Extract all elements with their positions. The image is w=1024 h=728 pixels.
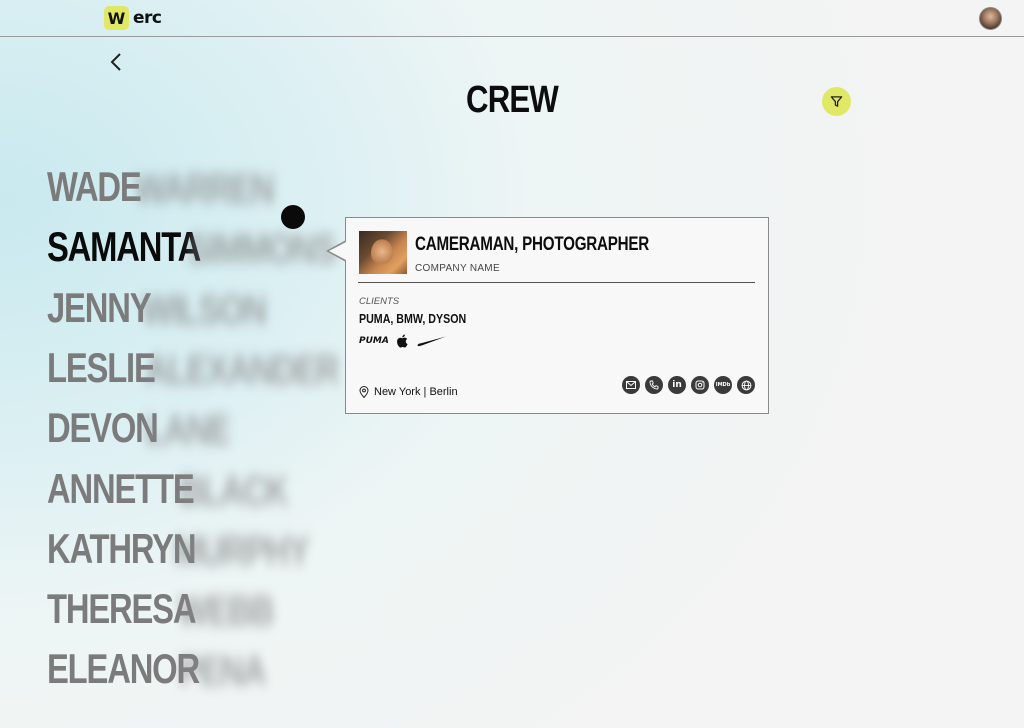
crew-row[interactable]: THERESA WEBB	[47, 583, 275, 635]
map-pin-icon	[359, 386, 369, 398]
crew-row[interactable]: LESLIE ALEXANDER	[47, 342, 339, 394]
crew-row[interactable]: JENNY WILSON	[47, 282, 267, 334]
back-button[interactable]	[106, 51, 126, 73]
crew-first-name: LESLIE	[47, 343, 156, 391]
email-icon[interactable]	[622, 376, 640, 394]
crew-last-name: PENA	[179, 647, 267, 695]
card-pointer-inner	[329, 242, 346, 260]
social-links: in IMDb	[622, 376, 755, 394]
crew-first-name: JENNY	[47, 283, 152, 331]
clients-value: PUMA, BMW, DYSON	[359, 311, 467, 326]
top-bar: W erc	[0, 0, 1024, 37]
clients-label: CLIENTS	[359, 296, 400, 307]
card-company: COMPANY NAME	[415, 263, 500, 274]
crew-last-name: SIMMONS	[187, 225, 337, 273]
linkedin-text: in	[672, 380, 682, 390]
crew-row[interactable]: ELEANOR PENA	[47, 643, 267, 695]
nike-logo	[417, 334, 447, 348]
crew-first-name: SAMANTA	[47, 223, 201, 271]
profile-photo	[359, 231, 407, 274]
crew-row[interactable]: ANNETTE BLACK	[47, 463, 289, 515]
card-divider	[358, 282, 755, 283]
crew-last-name: LANE	[145, 406, 231, 454]
crew-detail-card: CAMERAMAN, PHOTOGRAPHER COMPANY NAME CLI…	[345, 217, 769, 414]
crew-last-name: MURPHY	[174, 526, 310, 574]
crew-row[interactable]: SAMANTA SIMMONS	[47, 221, 337, 273]
crew-first-name: DEVON	[47, 404, 159, 452]
card-location: New York | Berlin	[359, 386, 458, 398]
cursor-dot	[281, 205, 305, 229]
crew-first-name: WADE	[47, 163, 142, 210]
imdb-text: IMDb	[715, 382, 731, 388]
logo-text: erc	[133, 8, 162, 28]
card-role: CAMERAMAN, PHOTOGRAPHER	[415, 234, 650, 255]
crew-row[interactable]: WADE WARREN	[47, 161, 275, 213]
instagram-icon[interactable]	[691, 376, 709, 394]
page-title: CREW	[466, 79, 559, 121]
apple-logo	[395, 334, 409, 348]
user-avatar[interactable]	[979, 7, 1002, 30]
location-text: New York | Berlin	[374, 386, 458, 398]
linkedin-icon[interactable]: in	[668, 376, 686, 394]
phone-icon[interactable]	[645, 376, 663, 394]
crew-row[interactable]: DEVON LANE	[47, 402, 231, 454]
crew-last-name: WILSON	[142, 285, 267, 333]
crew-last-name: ALEXANDER	[145, 345, 339, 393]
brand-logos: PUMA	[359, 334, 447, 348]
crew-last-name: BLACK	[179, 466, 289, 514]
crew-first-name: ANNETTE	[47, 464, 195, 512]
crew-last-name: WARREN	[135, 165, 275, 212]
crew-first-name: ELEANOR	[47, 645, 200, 693]
logo[interactable]: W erc	[104, 6, 162, 30]
globe-icon[interactable]	[737, 376, 755, 394]
crew-first-name: THERESA	[47, 585, 197, 633]
crew-last-name: WEBB	[178, 587, 275, 635]
crew-row[interactable]: KATHRYN MURPHY	[47, 523, 310, 575]
chevron-left-icon	[110, 53, 121, 71]
puma-logo: PUMA	[359, 336, 389, 346]
logo-mark: W	[104, 6, 129, 30]
filter-button[interactable]	[822, 87, 851, 116]
filter-icon	[830, 96, 843, 107]
imdb-icon[interactable]: IMDb	[714, 376, 732, 394]
